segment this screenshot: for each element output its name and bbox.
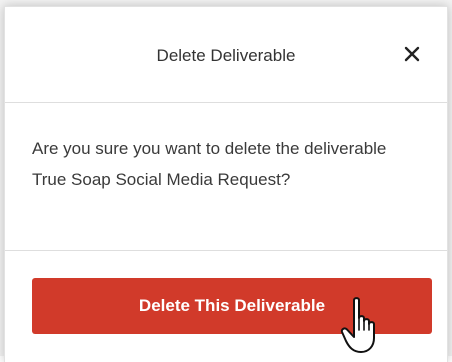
delete-deliverable-dialog: Delete Deliverable Are you sure you want…: [4, 6, 448, 362]
delete-deliverable-button[interactable]: Delete This Deliverable: [32, 278, 432, 334]
body-divider: [5, 250, 447, 251]
close-icon: [401, 43, 423, 65]
dialog-title: Delete Deliverable: [156, 46, 296, 65]
close-button[interactable]: [401, 43, 423, 65]
confirmation-message: Are you sure you want to delete the deli…: [32, 139, 387, 189]
dialog-header: Delete Deliverable: [5, 7, 447, 103]
